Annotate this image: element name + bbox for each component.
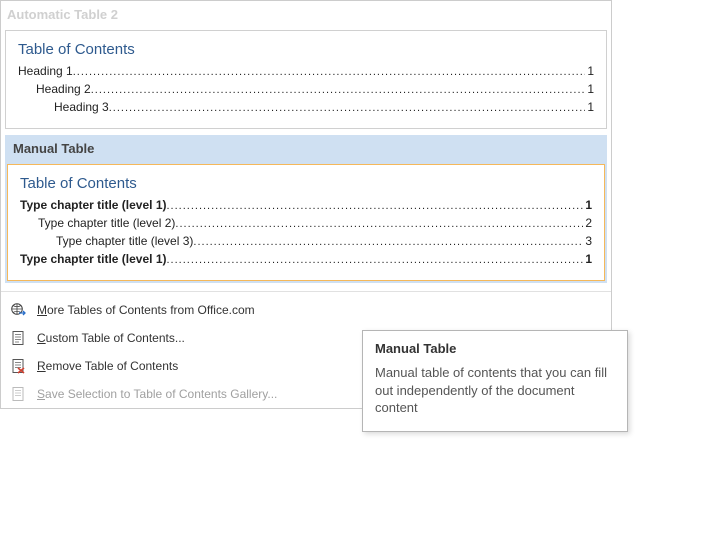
document-remove-icon (9, 357, 27, 375)
toc-leader (73, 66, 586, 78)
toc-label: Type chapter title (level 3) (56, 234, 193, 248)
globe-icon (9, 301, 27, 319)
toc-leader (193, 236, 583, 248)
menu-label: Custom Table of Contents... (37, 331, 185, 345)
toc-label: Type chapter title (level 2) (38, 216, 175, 230)
gallery-item-manual-table[interactable]: Manual Table Table of Contents Type chap… (5, 135, 607, 283)
toc-line: Heading 1 1 (18, 64, 594, 78)
gallery-item-title: Manual Table (7, 137, 605, 164)
toc-page-number: 1 (585, 64, 594, 78)
menu-label: Save Selection to Table of Contents Gall… (37, 387, 277, 401)
toc-page-number: 3 (583, 234, 592, 248)
document-icon (9, 329, 27, 347)
toc-page-number: 1 (585, 82, 594, 96)
toc-heading: Table of Contents (20, 175, 592, 192)
toc-leader (167, 200, 584, 212)
toc-label: Type chapter title (level 1) (20, 252, 167, 266)
toc-leader (175, 218, 583, 230)
toc-line: Type chapter title (level 2) 2 (20, 216, 592, 230)
toc-page-number: 2 (583, 216, 592, 230)
toc-leader (109, 102, 586, 114)
toc-page-number: 1 (583, 252, 592, 266)
menu-separator (1, 291, 611, 292)
toc-page-number: 1 (585, 100, 594, 114)
menu-more-from-office[interactable]: More Tables of Contents from Office.com (1, 296, 611, 324)
menu-label: Remove Table of Contents (37, 359, 178, 373)
tooltip-description: Manual table of contents that you can fi… (375, 364, 615, 417)
gallery-item-automatic-table-2[interactable]: Automatic Table 2 Table of Contents Head… (5, 5, 607, 129)
toc-heading: Table of Contents (18, 41, 594, 58)
toc-label: Heading 2 (36, 82, 91, 96)
gallery-item-preview: Table of Contents Heading 1 1 Heading 2 … (5, 30, 607, 129)
toc-leader (91, 84, 586, 96)
menu-label: More Tables of Contents from Office.com (37, 303, 255, 317)
toc-leader (167, 254, 584, 266)
toc-gallery: Automatic Table 2 Table of Contents Head… (1, 1, 611, 287)
toc-line: Heading 2 1 (18, 82, 594, 96)
tooltip-title: Manual Table (375, 341, 615, 356)
toc-line: Heading 3 1 (18, 100, 594, 114)
toc-line: Type chapter title (level 1) 1 (20, 252, 592, 266)
toc-label: Heading 3 (54, 100, 109, 114)
gallery-item-preview: Table of Contents Type chapter title (le… (7, 164, 605, 281)
gallery-item-title: Automatic Table 2 (5, 5, 607, 30)
tooltip: Manual Table Manual table of contents th… (362, 330, 628, 432)
toc-label: Type chapter title (level 1) (20, 198, 167, 212)
toc-line: Type chapter title (level 3) 3 (20, 234, 592, 248)
toc-page-number: 1 (583, 198, 592, 212)
toc-line: Type chapter title (level 1) 1 (20, 198, 592, 212)
document-save-icon (9, 385, 27, 403)
toc-label: Heading 1 (18, 64, 73, 78)
